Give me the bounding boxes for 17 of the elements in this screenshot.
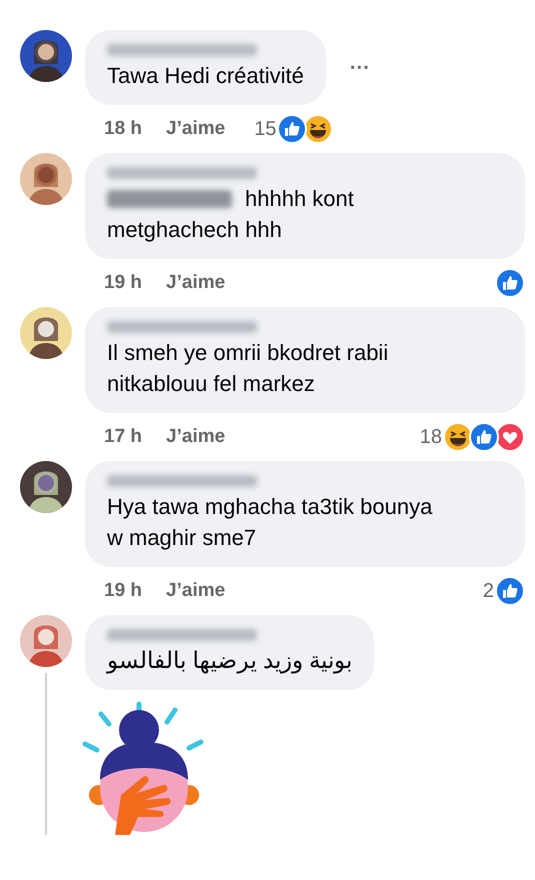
reaction-count[interactable]: 18 bbox=[420, 422, 442, 452]
comment-text: Tawa Hedi créativité bbox=[107, 62, 304, 90]
comment-time[interactable]: 19 h bbox=[104, 576, 142, 606]
like-link[interactable]: J’aime bbox=[166, 114, 226, 144]
like-link[interactable]: J’aime bbox=[166, 268, 226, 298]
reaction-count[interactable]: 2 bbox=[482, 576, 494, 606]
comment-text: بونية وزيد يرضيها بالفالسو bbox=[107, 646, 352, 676]
comment-time[interactable]: 19 h bbox=[104, 268, 142, 298]
reaction-count[interactable]: 15 bbox=[254, 114, 276, 144]
comment-text: hhhhh kont metghachech hhh bbox=[107, 185, 355, 244]
more-options-button[interactable]: ··· bbox=[350, 52, 370, 82]
comment-time[interactable]: 17 h bbox=[104, 422, 142, 452]
comment-time[interactable]: 18 h bbox=[104, 114, 142, 144]
like-link[interactable]: J’aime bbox=[166, 422, 226, 452]
comment-text: Hya tawa mghacha ta3tik bounya w maghir sme7 bbox=[107, 493, 434, 552]
like-link[interactable]: J’aime bbox=[166, 576, 226, 606]
comment-text: Il smeh ye omrii bkodret rabii nitkablouu fel markez bbox=[107, 339, 390, 398]
